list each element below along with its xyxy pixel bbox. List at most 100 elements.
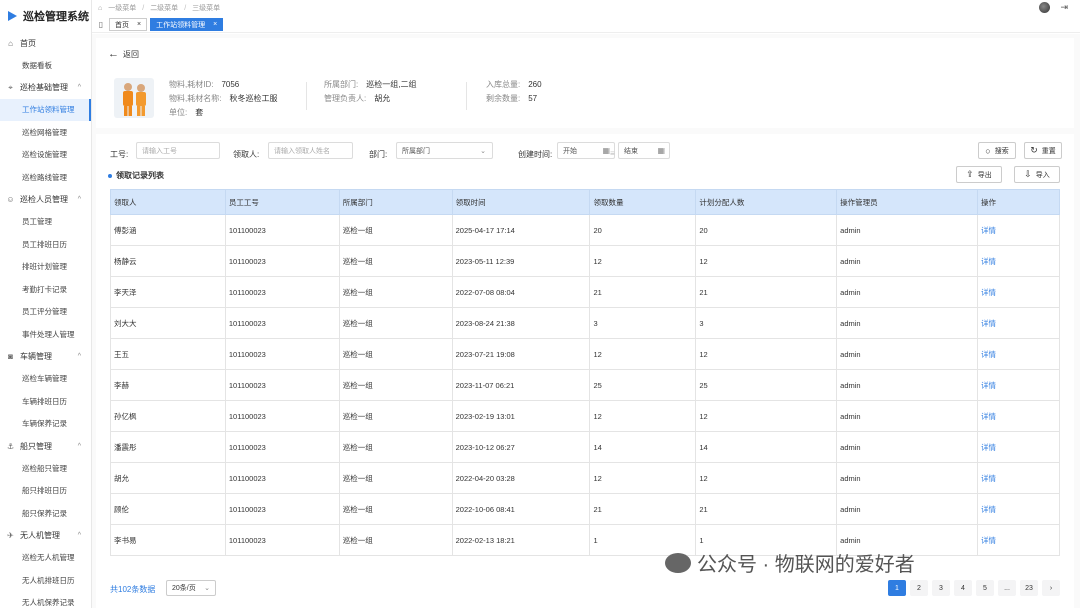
sidebar-group[interactable]: ◙ 车辆管理 ^ bbox=[0, 346, 91, 368]
sidebar-group[interactable]: ⚓ 船只管理 ^ bbox=[0, 435, 91, 457]
table-cell: admin bbox=[836, 462, 979, 494]
table-cell: 2023-11-07 06:21 bbox=[451, 369, 591, 401]
table-cell: 胡允 bbox=[110, 462, 226, 494]
sidebar-item[interactable]: 事件处理人管理 bbox=[0, 323, 91, 346]
detail-link[interactable]: 详情 bbox=[977, 245, 1060, 277]
page-button[interactable]: 1 bbox=[888, 580, 906, 596]
column-header: 领取数量 bbox=[589, 189, 697, 215]
sidebar-item[interactable]: 船只保养记录 bbox=[0, 502, 91, 525]
detail-link[interactable]: 详情 bbox=[977, 214, 1060, 246]
sidebar-item[interactable]: 无人机排班日历 bbox=[0, 569, 91, 592]
sidebar-group[interactable]: ✈ 无人机管理 ^ bbox=[0, 525, 91, 547]
page-button[interactable]: ... bbox=[998, 580, 1016, 596]
tab-home[interactable]: 首页 × bbox=[109, 18, 148, 31]
page-button[interactable]: 3 bbox=[932, 580, 950, 596]
table-cell: 21 bbox=[695, 493, 838, 525]
page-button[interactable]: 2 bbox=[910, 580, 928, 596]
page-size-select[interactable]: 20条/页 ⌄ bbox=[166, 580, 216, 596]
page-button[interactable]: 4 bbox=[954, 580, 972, 596]
table-cell: 12 bbox=[589, 338, 697, 370]
avatar[interactable] bbox=[1039, 2, 1051, 13]
table-cell: admin bbox=[836, 245, 979, 277]
sidebar-item[interactable]: 车辆保养记录 bbox=[0, 413, 91, 436]
sidebar-item[interactable]: 巡检车辆管理 bbox=[0, 368, 91, 391]
sidebar-item[interactable]: 员工管理 bbox=[0, 211, 91, 234]
detail-link[interactable]: 详情 bbox=[977, 276, 1060, 308]
app-title: 巡检管理系统 bbox=[23, 11, 89, 23]
calendar-icon: ▦ bbox=[657, 146, 665, 155]
wechat-icon bbox=[665, 552, 691, 573]
detail-link[interactable]: 详情 bbox=[977, 431, 1060, 463]
breadcrumb-item[interactable]: 二级菜单 bbox=[150, 3, 178, 13]
table-row: 傅彭涵 101100023 巡检一组 2025-04-17 17:14 20 20 admi… bbox=[110, 214, 1060, 246]
sidebar-group[interactable]: ⌖ 巡检基础管理 ^ bbox=[0, 77, 91, 99]
department-select[interactable]: 所属部门 ⌄ bbox=[396, 142, 493, 159]
search-button[interactable]: ○ 搜索 bbox=[978, 142, 1016, 159]
detail-link[interactable]: 详情 bbox=[977, 524, 1060, 556]
calendar-icon: ▦ bbox=[602, 146, 610, 155]
detail-link[interactable]: 详情 bbox=[977, 338, 1060, 370]
home-icon[interactable]: ⌂ bbox=[98, 5, 102, 12]
detail-link[interactable]: 详情 bbox=[977, 369, 1060, 401]
detail-link[interactable]: 详情 bbox=[977, 400, 1060, 432]
export-icon: ⇪ bbox=[966, 169, 974, 179]
table-cell: 刘大大 bbox=[110, 307, 226, 339]
back-button[interactable]: ← 返回 bbox=[108, 48, 139, 60]
import-button[interactable]: ⇩ 导入 bbox=[1014, 166, 1060, 183]
detail-link[interactable]: 详情 bbox=[977, 307, 1060, 339]
close-icon[interactable]: × bbox=[213, 21, 217, 28]
sidebar-item[interactable]: 员工排班日历 bbox=[0, 233, 91, 256]
sidebar-item[interactable]: 数据看板 bbox=[0, 54, 91, 77]
sidebar-item[interactable]: 巡检无人机管理 bbox=[0, 547, 91, 570]
remaining-quantity: 57 bbox=[528, 94, 538, 103]
sidebar-item[interactable]: 车辆排班日历 bbox=[0, 390, 91, 413]
sidebar-item[interactable]: 排班计划管理 bbox=[0, 256, 91, 279]
bookmark-icon[interactable]: ▯ bbox=[96, 20, 106, 29]
table-cell: 巡检一组 bbox=[338, 462, 453, 494]
top-right-tools: ⇥ bbox=[1039, 2, 1068, 13]
breadcrumb-item[interactable]: 一级菜单 bbox=[108, 3, 136, 13]
export-button[interactable]: ⇪ 导出 bbox=[956, 166, 1002, 183]
sidebar-group[interactable]: ☺ 巡检人员管理 ^ bbox=[0, 189, 91, 211]
column-header: 领取时间 bbox=[451, 189, 591, 215]
logout-icon[interactable]: ⇥ bbox=[1060, 2, 1068, 13]
drone-icon: ✈ bbox=[7, 531, 14, 540]
employee-no-input[interactable]: 请输入工号 bbox=[136, 142, 220, 159]
ship-icon: ⚓ bbox=[6, 441, 15, 451]
close-icon[interactable]: × bbox=[137, 21, 141, 28]
sidebar-item[interactable]: 无人机保养记录 bbox=[0, 592, 91, 608]
receiver-input[interactable]: 请输入领取人姓名 bbox=[268, 142, 353, 159]
reset-button[interactable]: ↻ 重置 bbox=[1024, 142, 1062, 159]
table-row: 胡允 101100023 巡检一组 2022-04-20 03:28 12 12 admin… bbox=[110, 462, 1060, 494]
tab-material[interactable]: 工作站领料管理 × bbox=[150, 18, 224, 31]
table-cell: 李赫 bbox=[110, 369, 226, 401]
page-button[interactable]: 5 bbox=[976, 580, 994, 596]
detail-link[interactable]: 详情 bbox=[977, 493, 1060, 525]
table-cell: admin bbox=[836, 400, 979, 432]
page-button[interactable]: 23 bbox=[1020, 580, 1038, 596]
sidebar-item[interactable]: 工作站领料管理 bbox=[0, 98, 91, 121]
chevron-up-icon: ^ bbox=[77, 442, 81, 450]
material-photo bbox=[114, 78, 154, 118]
table-cell: 王五 bbox=[110, 338, 226, 370]
sidebar-item[interactable]: 考勤打卡记录 bbox=[0, 278, 91, 301]
sidebar-group[interactable]: ⌂ 首页 bbox=[0, 32, 91, 54]
table-header: 领取人 员工工号 所属部门 领取时间 领取数量 计划分配人数 操作管理员 操作 bbox=[110, 189, 1060, 215]
table-cell: 巡检一组 bbox=[338, 524, 453, 556]
end-date-input[interactable]: 结束 ▦ bbox=[618, 142, 670, 159]
column-header: 操作管理员 bbox=[836, 189, 979, 215]
detail-link[interactable]: 详情 bbox=[977, 462, 1060, 494]
record-list-title: 领取记录列表 bbox=[108, 170, 164, 181]
sidebar-item[interactable]: 巡检路线管理 bbox=[0, 166, 91, 189]
chevron-right-icon[interactable]: › bbox=[1042, 580, 1060, 596]
sidebar-item[interactable]: 巡检设施管理 bbox=[0, 144, 91, 167]
table-row: 李赫 101100023 巡检一组 2023-11-07 06:21 25 25 admin… bbox=[110, 369, 1060, 401]
table-cell: 傅彭涵 bbox=[110, 214, 226, 246]
sidebar-item[interactable]: 员工评分管理 bbox=[0, 301, 91, 324]
sidebar-item[interactable]: 船只排班日历 bbox=[0, 480, 91, 503]
table-cell: 25 bbox=[589, 369, 697, 401]
start-date-input[interactable]: 开始 ▦ bbox=[557, 142, 615, 159]
sidebar-item[interactable]: 巡检船只管理 bbox=[0, 457, 91, 480]
sidebar-item[interactable]: 巡检网格管理 bbox=[0, 121, 91, 144]
table-row: 潘震彤 101100023 巡检一组 2023-10-12 06:27 14 14 admi… bbox=[110, 431, 1060, 463]
